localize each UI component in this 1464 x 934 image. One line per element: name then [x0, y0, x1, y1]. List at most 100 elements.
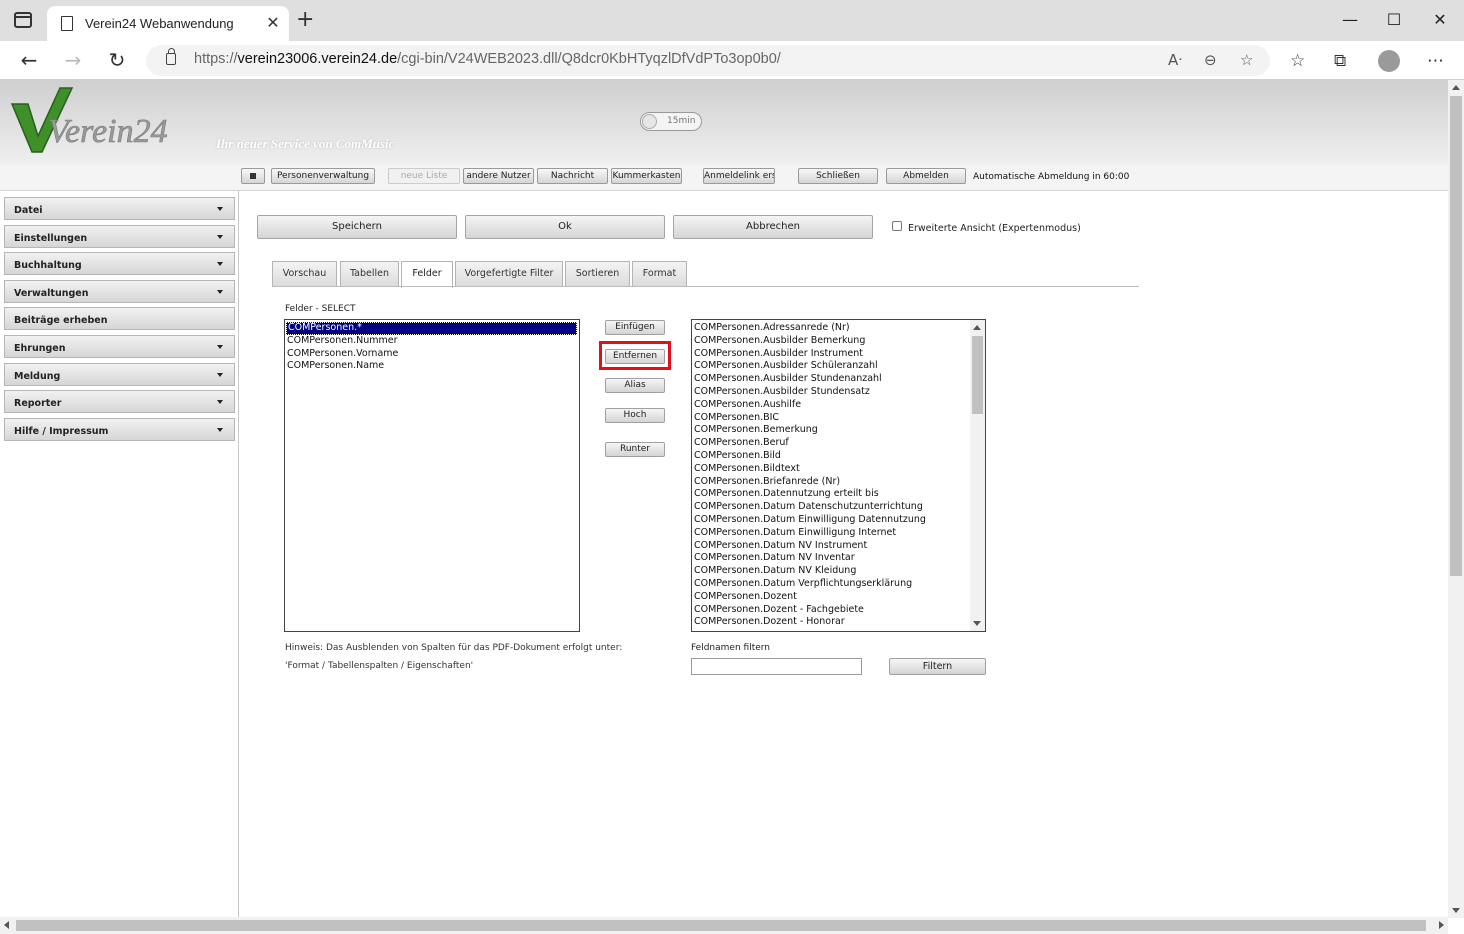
list-item[interactable]: COMPersonen.Datum Datenschutzunterrichtu… [692, 501, 985, 514]
read-aloud-icon[interactable]: Aᐧ [1168, 51, 1182, 69]
list-item[interactable]: COMPersonen.Dozent - Honorar [692, 616, 985, 629]
zoom-icon[interactable]: ⊖ [1204, 51, 1217, 69]
scroll-left-icon[interactable] [4, 921, 9, 929]
list-item[interactable]: COMPersonen.Ausbilder Stundensatz [692, 386, 985, 399]
scroll-thumb[interactable] [16, 920, 1426, 931]
url-field[interactable]: https://verein23006.verein24.de/cgi-bin/… [146, 45, 1270, 76]
sidebar-item-beitraege[interactable]: Beiträge erheben [4, 307, 235, 330]
scroll-up-icon[interactable] [973, 325, 981, 330]
hoch-button[interactable]: Hoch [605, 408, 665, 423]
forward-icon[interactable]: → [61, 49, 85, 71]
available-fields-list[interactable]: COMPersonen.Adressanrede (Nr) COMPersonen… [691, 319, 986, 632]
entfernen-highlight [599, 341, 671, 370]
list-item[interactable]: COMPersonen.Datum NV Kleidung [692, 565, 985, 578]
favorites-icon[interactable]: ☆ [1290, 51, 1305, 71]
list-item[interactable]: COMPersonen.Ausbilder Bemerkung [692, 335, 985, 348]
neue-liste-button[interactable]: neue Liste [388, 168, 460, 184]
list-item[interactable]: COMPersonen.Bild [692, 450, 985, 463]
profile-avatar[interactable] [1378, 50, 1400, 72]
add-favorite-icon[interactable]: ☆ [1240, 51, 1253, 69]
new-tab-icon[interactable]: + [296, 9, 314, 31]
anmeldelink-button[interactable]: Anmeldelink erst [703, 168, 775, 184]
list-item[interactable]: COMPersonen.Briefanrede (Nr) [692, 476, 985, 489]
list-item[interactable]: COMPersonen.Bildtext [692, 463, 985, 476]
collections-icon[interactable]: ⧉ [1334, 51, 1346, 71]
scroll-down-icon[interactable] [973, 621, 981, 626]
runter-button[interactable]: Runter [605, 442, 665, 457]
reload-icon[interactable]: ↻ [105, 49, 129, 71]
list-item[interactable]: COMPersonen.Datum Einwilligung Datennutz… [692, 514, 985, 527]
abmelden-button[interactable]: Abmelden [886, 168, 966, 184]
list-item[interactable]: COMPersonen.Aushilfe [692, 399, 985, 412]
page-horizontal-scrollbar[interactable] [0, 917, 1448, 934]
list-item[interactable]: COMPersonen.BIC [692, 412, 985, 425]
tab-felder[interactable]: Felder [401, 261, 453, 288]
filter-label: Feldnamen filtern [691, 643, 771, 653]
list-item[interactable]: COMPersonen.Nummer [285, 335, 579, 348]
list-scrollbar[interactable] [970, 320, 985, 631]
scroll-thumb[interactable] [1450, 96, 1462, 576]
tab-tabellen[interactable]: Tabellen [340, 261, 399, 287]
list-item[interactable]: COMPersonen.Vorname [285, 348, 579, 361]
sidebar-item-reporter[interactable]: Reporter [4, 390, 235, 413]
tab-format[interactable]: Format [632, 261, 687, 287]
schliessen-button[interactable]: Schließen [798, 168, 878, 184]
list-item[interactable]: COMPersonen.Datennutzung erteilt bis [692, 488, 985, 501]
tab-actions-icon[interactable] [14, 12, 32, 28]
sidebar-item-datei[interactable]: Datei [4, 197, 235, 220]
sidebar-item-verwaltungen[interactable]: Verwaltungen [4, 280, 235, 303]
back-icon[interactable]: ← [17, 49, 41, 71]
sidebar-item-hilfe[interactable]: Hilfe / Impressum [4, 418, 235, 441]
list-item[interactable]: COMPersonen.Dozent [692, 591, 985, 604]
field-filter-input[interactable] [691, 658, 862, 675]
menu-toggle-button[interactable] [241, 168, 265, 184]
list-item[interactable]: COMPersonen.Bemerkung [692, 424, 985, 437]
nachricht-button[interactable]: Nachricht [537, 168, 608, 184]
tab-vorschau[interactable]: Vorschau [272, 261, 337, 287]
scroll-down-icon[interactable] [1452, 908, 1460, 913]
list-item[interactable]: COMPersonen.Ausbilder Stundenanzahl [692, 373, 985, 386]
sidebar-item-meldung[interactable]: Meldung [4, 363, 235, 386]
sidebar-item-einstellungen[interactable]: Einstellungen [4, 225, 235, 248]
maximize-icon[interactable]: ☐ [1384, 10, 1404, 29]
scroll-right-icon[interactable] [1439, 921, 1444, 929]
list-item[interactable]: COMPersonen.Datum NV Instrument [692, 540, 985, 553]
list-item[interactable]: COMPersonen.Ausbilder Schüleranzahl [692, 360, 985, 373]
browser-tab[interactable]: Verein24 Webanwendung ✕ [47, 6, 289, 41]
ok-button[interactable]: Ok [465, 215, 665, 239]
session-timer-toggle[interactable]: 15min [640, 112, 702, 131]
personenverwaltung-button[interactable]: Personenverwaltung [271, 168, 375, 184]
list-item[interactable]: COMPersonen.Datum Verpflichtungserklärun… [692, 578, 985, 591]
more-menu-icon[interactable]: ⋯ [1427, 51, 1444, 71]
list-item[interactable]: COMPersonen.Ausbilder Instrument [692, 348, 985, 361]
square-icon [250, 172, 256, 179]
kummerkasten-button[interactable]: Kummerkasten [611, 168, 682, 184]
selected-fields-list[interactable]: COMPersonen.* COMPersonen.Nummer COMPers… [284, 319, 580, 632]
sidebar-item-buchhaltung[interactable]: Buchhaltung [4, 252, 235, 275]
close-window-icon[interactable]: ✕ [1430, 10, 1450, 29]
scroll-up-icon[interactable] [1452, 85, 1460, 90]
list-item[interactable]: COMPersonen.Datum NV Inventar [692, 552, 985, 565]
einfuegen-button[interactable]: Einfügen [605, 320, 665, 335]
tab-vorgefertigte-filter[interactable]: Vorgefertigte Filter [455, 261, 563, 287]
list-item[interactable]: COMPersonen.* [286, 322, 577, 335]
andere-nutzer-button[interactable]: andere Nutzer [463, 168, 534, 184]
expert-mode-checkbox[interactable] [892, 221, 902, 231]
minimize-icon[interactable]: — [1340, 10, 1360, 29]
list-item[interactable]: COMPersonen.Name [285, 360, 579, 373]
save-button[interactable]: Speichern [257, 215, 457, 239]
sidebar-item-label: Hilfe / Impressum [14, 426, 109, 437]
tab-sortieren[interactable]: Sortieren [565, 261, 630, 287]
list-item[interactable]: COMPersonen.Beruf [692, 437, 985, 450]
caret-down-icon [217, 207, 223, 211]
list-item[interactable]: COMPersonen.Datum Einwilligung Internet [692, 527, 985, 540]
alias-button[interactable]: Alias [605, 378, 665, 393]
sidebar-item-ehrungen[interactable]: Ehrungen [4, 335, 235, 358]
page-vertical-scrollbar[interactable] [1448, 80, 1464, 918]
filter-button[interactable]: Filtern [889, 658, 986, 675]
close-tab-icon[interactable]: ✕ [264, 13, 282, 32]
list-item[interactable]: COMPersonen.Adressanrede (Nr) [692, 322, 985, 335]
list-item[interactable]: COMPersonen.Dozent - Fachgebiete [692, 604, 985, 617]
scroll-thumb[interactable] [972, 336, 983, 414]
cancel-button[interactable]: Abbrechen [673, 215, 873, 239]
